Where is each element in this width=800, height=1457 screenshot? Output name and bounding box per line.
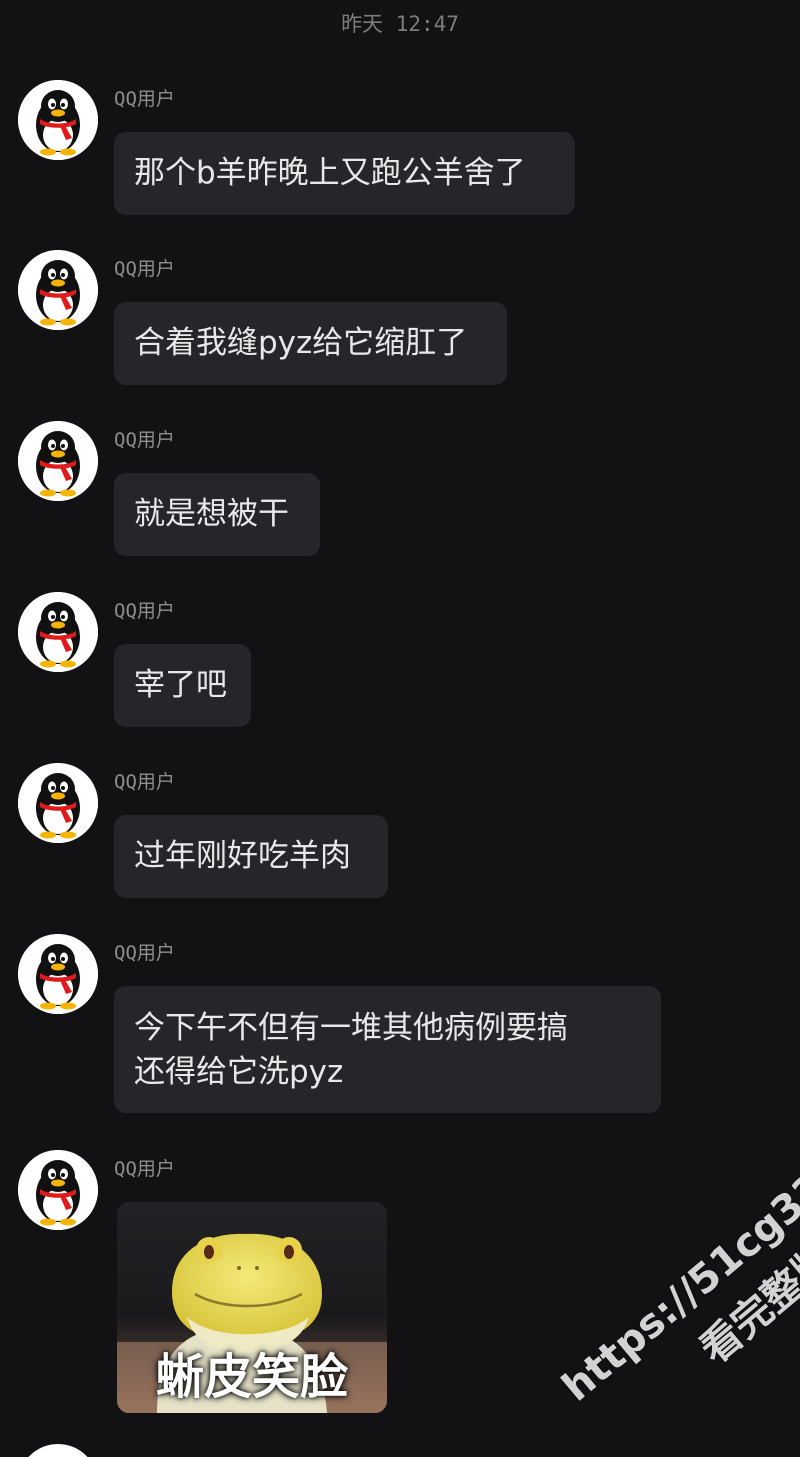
qq-penguin-avatar-icon[interactable] [18,250,98,330]
sender-name: QQ用户 [114,1158,175,1180]
qq-penguin-avatar-icon[interactable] [18,592,98,672]
sender-name: QQ用户 [114,258,175,280]
message-bubble[interactable]: 今下午不但有一堆其他病例要搞 还得给它洗pyz [114,986,661,1113]
sender-name: QQ用户 [114,429,175,451]
gecko-sticker-image[interactable]: 蜥皮笑脸 [117,1202,387,1413]
message-text: 合着我缝pyz给它缩肛了 [134,325,468,361]
message-text: 还得给它洗pyz [134,1054,344,1090]
qq-penguin-avatar-icon[interactable] [18,934,98,1014]
qq-penguin-avatar-icon[interactable] [18,763,98,843]
message-bubble[interactable]: 合着我缝pyz给它缩肛了 [114,302,507,385]
watermark-url: https://51cg33.me [553,1110,800,1411]
message-bubble[interactable]: 宰了吧 [114,644,251,727]
message-text: 过年刚好吃羊肉 [134,838,351,874]
message-text: 就是想被干 [134,496,289,532]
message-bubble[interactable]: 就是想被干 [114,473,320,556]
message-text: 宰了吧 [134,667,227,703]
sender-name: QQ用户 [114,942,175,964]
sender-name: QQ用户 [114,88,175,110]
message-bubble[interactable]: 那个b羊昨晚上又跑公羊舍了 [114,132,575,215]
chat-screen: 昨天 12:47 QQ用户 那个b羊昨晚上又跑公羊舍了 QQ用户 合着我缝pyz… [0,0,800,1457]
message-text: 今下午不但有一堆其他病例要搞 [134,1010,568,1046]
qq-penguin-avatar-icon[interactable] [18,80,98,160]
sender-name: QQ用户 [114,600,175,622]
qq-penguin-avatar-icon[interactable] [18,421,98,501]
message-text: 那个b羊昨晚上又跑公羊舍了 [134,155,526,191]
sender-name: QQ用户 [114,771,175,793]
message-bubble[interactable]: 过年刚好吃羊肉 [114,815,388,898]
qq-penguin-avatar-icon[interactable] [18,1444,98,1457]
sticker-caption: 蜥皮笑脸 [155,1349,348,1405]
chat-timestamp: 昨天 12:47 [341,12,459,36]
qq-penguin-avatar-icon[interactable] [18,1150,98,1230]
watermark-text: 看完整版 [692,1234,800,1373]
